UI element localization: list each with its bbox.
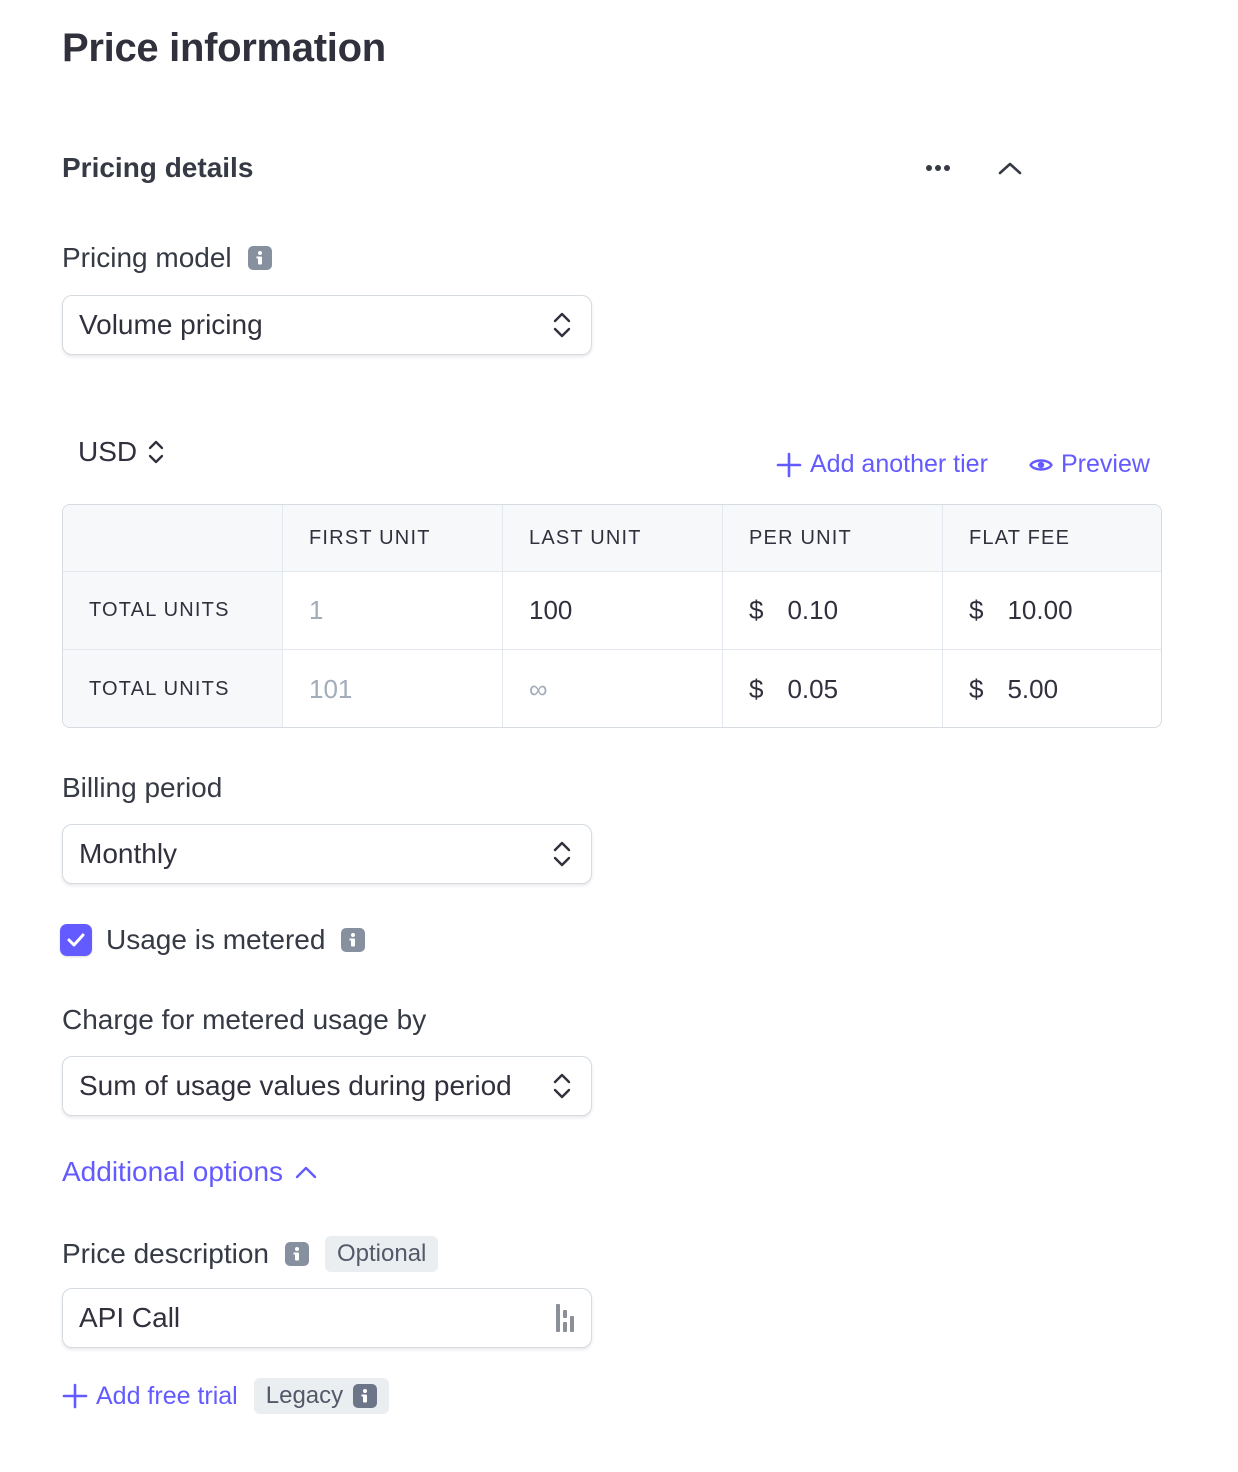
add-tier-label: Add another tier <box>810 450 988 478</box>
chevron-up-down-icon <box>553 312 571 338</box>
per-unit-value: 0.10 <box>787 595 839 625</box>
add-free-trial-button[interactable]: Add free trial <box>62 1382 238 1411</box>
billing-period-label: Billing period <box>62 772 223 803</box>
usage-metered-label: Usage is metered <box>106 924 326 955</box>
more-options-button[interactable] <box>918 150 958 186</box>
table-header-row: FIRST UNIT LAST UNIT PER UNIT FLAT FEE <box>63 505 1161 572</box>
currency-value: USD <box>78 436 138 467</box>
more-horizontal-icon <box>926 165 950 171</box>
price-description-label: Price description <box>62 1238 269 1269</box>
currency-symbol: $ <box>749 595 764 625</box>
first-unit-input: 101 <box>283 650 503 727</box>
flat-fee-input[interactable]: $ 5.00 <box>943 650 1161 727</box>
flat-fee-value: 5.00 <box>1007 673 1059 704</box>
pricing-model-select[interactable]: Volume pricing <box>62 295 592 355</box>
row-label: TOTAL UNITS <box>63 650 283 727</box>
column-header <box>63 505 283 571</box>
plus-icon <box>62 1383 88 1409</box>
per-unit-value: 0.05 <box>787 673 839 704</box>
charge-metered-value: Sum of usage values during period <box>79 1070 512 1101</box>
table-row: TOTAL UNITS 1 100 $ 0.10 $ 10.00 <box>63 572 1161 650</box>
chevron-up-down-icon <box>553 841 571 867</box>
chevron-up-down-icon <box>148 440 164 464</box>
pricing-model-value: Volume pricing <box>79 309 263 340</box>
first-unit-input: 1 <box>283 572 503 649</box>
checkmark-icon <box>67 933 85 947</box>
column-header: FIRST UNIT <box>283 505 503 571</box>
pricing-model-label: Pricing model <box>62 242 232 273</box>
eye-icon <box>1029 458 1053 471</box>
section-title-pricing-details: Pricing details <box>62 152 254 183</box>
usage-metered-row: Usage is metered <box>60 924 366 956</box>
row-label: TOTAL UNITS <box>63 572 283 649</box>
column-header: PER UNIT <box>723 505 943 571</box>
legacy-badge: Legacy <box>253 1378 390 1414</box>
currency-symbol: $ <box>969 595 984 625</box>
plus-icon <box>776 452 802 477</box>
billing-period-value: Monthly <box>79 838 178 869</box>
info-icon[interactable] <box>341 928 366 952</box>
billing-period-select[interactable]: Monthly <box>62 824 592 884</box>
pricing-model-label-row: Pricing model <box>62 242 272 274</box>
free-trial-row: Add free trial Legacy <box>62 1378 390 1414</box>
currency-symbol: $ <box>749 673 764 704</box>
preview-button[interactable]: Preview <box>1029 450 1150 479</box>
charge-metered-select[interactable]: Sum of usage values during period <box>62 1056 592 1116</box>
currency-select[interactable]: USD <box>78 436 165 468</box>
chevron-up-icon <box>295 1166 317 1179</box>
collapse-section-button[interactable] <box>990 150 1030 186</box>
info-icon[interactable] <box>247 246 272 270</box>
chevron-up-icon <box>998 162 1022 175</box>
password-manager-icon[interactable] <box>555 1302 579 1334</box>
column-header: FLAT FEE <box>969 526 1071 549</box>
page-title: Price information <box>62 26 386 70</box>
per-unit-input[interactable]: $ 0.10 <box>723 572 943 649</box>
table-row: TOTAL UNITS 101 ∞ $ 0.05 $ 5.00 <box>63 650 1161 727</box>
currency-symbol: $ <box>969 673 984 704</box>
info-icon[interactable] <box>353 1384 378 1408</box>
per-unit-input[interactable]: $ 0.05 <box>723 650 943 727</box>
tier-table: FIRST UNIT LAST UNIT PER UNIT FLAT FEE T… <box>62 504 1162 728</box>
flat-fee-value: 10.00 <box>1007 595 1073 625</box>
additional-options-label: Additional options <box>62 1156 284 1187</box>
legacy-badge-label: Legacy <box>265 1382 344 1409</box>
last-unit-input[interactable]: ∞ <box>503 650 723 727</box>
add-free-trial-label: Add free trial <box>96 1381 238 1410</box>
additional-options-toggle[interactable]: Additional options <box>62 1156 317 1188</box>
info-icon[interactable] <box>284 1242 309 1266</box>
price-description-input[interactable] <box>79 1302 519 1334</box>
price-description-label-row: Price description Optional <box>62 1236 439 1272</box>
chevron-up-down-icon <box>553 1073 571 1099</box>
last-unit-input[interactable]: 100 <box>503 572 723 649</box>
price-description-field[interactable] <box>62 1288 592 1348</box>
usage-metered-checkbox[interactable] <box>60 924 92 956</box>
charge-metered-label: Charge for metered usage by <box>62 1004 427 1035</box>
add-tier-button[interactable]: Add another tier <box>776 450 988 479</box>
optional-badge: Optional <box>324 1236 439 1272</box>
column-header: LAST UNIT <box>503 505 723 571</box>
flat-fee-input[interactable]: $ 10.00 <box>943 572 1161 649</box>
preview-label: Preview <box>1061 450 1150 478</box>
